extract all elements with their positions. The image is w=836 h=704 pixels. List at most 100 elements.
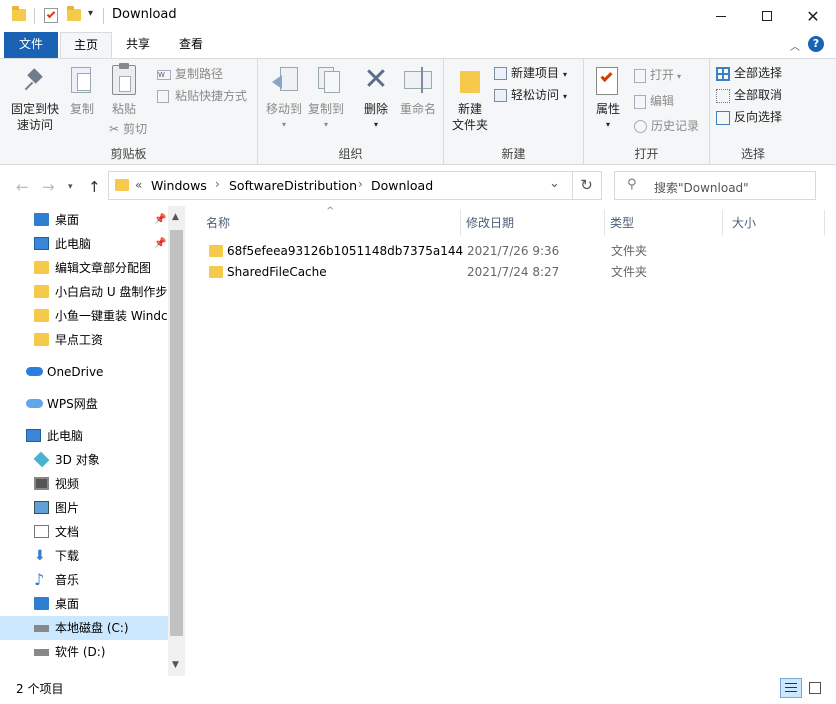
maximize-button[interactable] xyxy=(744,0,790,32)
rename-icon xyxy=(404,67,432,93)
copy-button[interactable]: 复制 xyxy=(64,101,100,117)
large-icons-view-button[interactable] xyxy=(806,679,824,697)
new-folder-icon xyxy=(460,71,480,93)
sidebar-item[interactable]: 编辑文章部分配图 xyxy=(0,256,168,280)
qat-dropdown-icon[interactable]: ▾ xyxy=(88,8,93,19)
invert-selection-button[interactable]: 反向选择 xyxy=(716,107,782,127)
pin-icon[interactable]: 📌 xyxy=(154,232,166,256)
scroll-down-icon[interactable]: ▼ xyxy=(172,660,179,670)
history-button[interactable]: 历史记录 xyxy=(634,116,699,136)
sidebar-item-label: 桌面 xyxy=(55,213,80,227)
sidebar-item[interactable]: 桌面 📌 xyxy=(0,208,168,232)
pin-quick-access-button[interactable]: 固定到快 速访问 xyxy=(6,101,64,133)
column-size[interactable]: 大小 xyxy=(732,215,756,231)
new-folder-button[interactable]: 新建 文件夹 xyxy=(448,101,492,133)
column-divider[interactable] xyxy=(460,210,461,236)
open-button[interactable]: 打开 ▾ xyxy=(634,65,681,85)
sidebar-item[interactable]: 本地磁盘 (C:) xyxy=(0,616,168,640)
paste-button[interactable]: 粘贴 xyxy=(106,101,142,117)
sidebar-item[interactable]: 小鱼一键重装 Windc xyxy=(0,304,168,328)
sidebar-item[interactable]: 此电脑 📌 xyxy=(0,232,168,256)
address-history-icon[interactable]: ⌄ xyxy=(549,176,560,191)
select-none-button[interactable]: 全部取消 xyxy=(716,85,782,105)
sidebar-item[interactable]: 小白启动 U 盘制作步 xyxy=(0,280,168,304)
delete-label: 删除 xyxy=(363,102,388,116)
sidebar-scroll-thumb[interactable] xyxy=(170,230,183,636)
sidebar-item[interactable]: ⬇ 下载 xyxy=(0,544,168,568)
folder-icon xyxy=(115,179,129,191)
sidebar-item[interactable]: 图片 xyxy=(0,496,168,520)
sidebar-item[interactable]: 桌面 xyxy=(0,592,168,616)
pc-icon xyxy=(26,429,41,442)
column-divider[interactable] xyxy=(824,210,825,236)
search-placeholder: 搜索"Download" xyxy=(654,181,749,195)
sidebar-item[interactable]: 此电脑 xyxy=(0,424,168,448)
refresh-button[interactable]: ↻ xyxy=(572,171,602,200)
move-to-button[interactable]: 移动到 ▾ xyxy=(262,101,306,133)
delete-button[interactable]: 删除 ▾ xyxy=(356,101,396,133)
properties-button[interactable]: 属性 ▾ xyxy=(586,101,630,133)
column-divider[interactable] xyxy=(604,210,605,236)
sidebar-item[interactable]: 软件 (D:) xyxy=(0,640,168,664)
column-type[interactable]: 类型 xyxy=(610,215,634,231)
column-name[interactable]: 名称 xyxy=(206,215,230,231)
ribbon-tabs: 文件 主页 共享 查看 ︿ ? xyxy=(0,32,836,59)
sidebar-item[interactable]: 早点工资 xyxy=(0,328,168,352)
recent-locations-icon[interactable]: ▾ xyxy=(68,182,73,192)
tab-home[interactable]: 主页 xyxy=(60,32,112,59)
rename-button[interactable]: 重命名 xyxy=(394,101,442,117)
ribbon: 固定到快 速访问 复制 粘贴 W 复制路径 粘贴快捷方式 ✂ 剪切 剪贴板 移动到 ▾… xyxy=(0,58,836,165)
move-to-dropdown-icon: ▾ xyxy=(281,120,286,129)
cut-button[interactable]: ✂ 剪切 xyxy=(109,119,147,139)
up-arrow-icon[interactable]: ↑ xyxy=(88,178,101,196)
breadcrumb-windows[interactable]: Windows xyxy=(151,178,207,193)
sidebar-item[interactable]: 文档 xyxy=(0,520,168,544)
sidebar-item[interactable]: 视频 xyxy=(0,472,168,496)
sidebar-item-label: WPS网盘 xyxy=(47,397,98,411)
new-folder-label-1: 新建 xyxy=(457,102,482,116)
copy-path-button[interactable]: W 复制路径 xyxy=(157,64,223,84)
sidebar-item-label: 图片 xyxy=(55,501,80,515)
edit-button[interactable]: 编辑 xyxy=(634,91,674,111)
breadcrumb-overflow[interactable]: « xyxy=(135,178,142,192)
help-icon[interactable]: ? xyxy=(808,36,824,52)
tab-file[interactable]: 文件 xyxy=(4,32,58,58)
close-button[interactable]: ✕ xyxy=(790,0,836,32)
scroll-up-icon[interactable]: ▲ xyxy=(172,212,179,222)
paste-shortcut-button[interactable]: 粘贴快捷方式 xyxy=(157,86,247,106)
new-item-button[interactable]: 新建项目 ▾ xyxy=(494,63,567,83)
divider xyxy=(103,8,104,24)
status-bar: 2 个项目 xyxy=(0,676,836,704)
tab-view[interactable]: 查看 xyxy=(166,32,216,58)
details-view-button[interactable] xyxy=(780,678,802,698)
select-all-button[interactable]: 全部选择 xyxy=(716,63,782,83)
tab-share[interactable]: 共享 xyxy=(114,32,162,58)
pin-label-1: 固定到快 xyxy=(10,102,59,116)
pin-icon[interactable]: 📌 xyxy=(154,208,166,232)
music-icon: ♪ xyxy=(34,570,45,589)
new-folder-icon[interactable] xyxy=(67,6,81,21)
copy-to-icon xyxy=(316,67,342,95)
file-row[interactable]: SharedFileCache 2021/7/24 8:27 文件夹 xyxy=(204,262,824,283)
sidebar-item[interactable]: 3D 对象 xyxy=(0,448,168,472)
file-row[interactable]: 68f5efeea93126b1051148db7375a144 2021/7/2… xyxy=(204,241,824,262)
copy-to-button[interactable]: 复制到 ▾ xyxy=(304,101,348,133)
sidebar-item[interactable]: OneDrive xyxy=(0,360,168,384)
column-modified[interactable]: 修改日期 xyxy=(466,215,514,231)
onedrive-icon xyxy=(26,367,43,376)
sidebar-item-label: 此电脑 xyxy=(47,429,84,443)
minimize-button[interactable] xyxy=(698,0,744,32)
back-arrow-icon[interactable]: ← xyxy=(16,178,29,196)
sidebar-item[interactable]: WPS网盘 xyxy=(0,392,168,416)
breadcrumb-softwaredistribution[interactable]: SoftwareDistribution xyxy=(229,178,357,193)
column-divider[interactable] xyxy=(722,210,723,236)
collapse-ribbon-icon[interactable]: ︿ xyxy=(790,38,800,53)
properties-icon[interactable] xyxy=(44,8,58,23)
forward-arrow-icon[interactable]: → xyxy=(42,178,55,196)
breadcrumb-download[interactable]: Download xyxy=(371,178,433,193)
search-input[interactable]: ⚲ 搜索"Download" xyxy=(614,171,816,200)
cut-label: 剪切 xyxy=(123,122,148,136)
sidebar-item[interactable]: ♪ 音乐 xyxy=(0,568,168,592)
easy-access-button[interactable]: 轻松访问 ▾ xyxy=(494,85,567,105)
address-bar[interactable]: « Windows › SoftwareDistribution › Downl… xyxy=(108,171,573,200)
